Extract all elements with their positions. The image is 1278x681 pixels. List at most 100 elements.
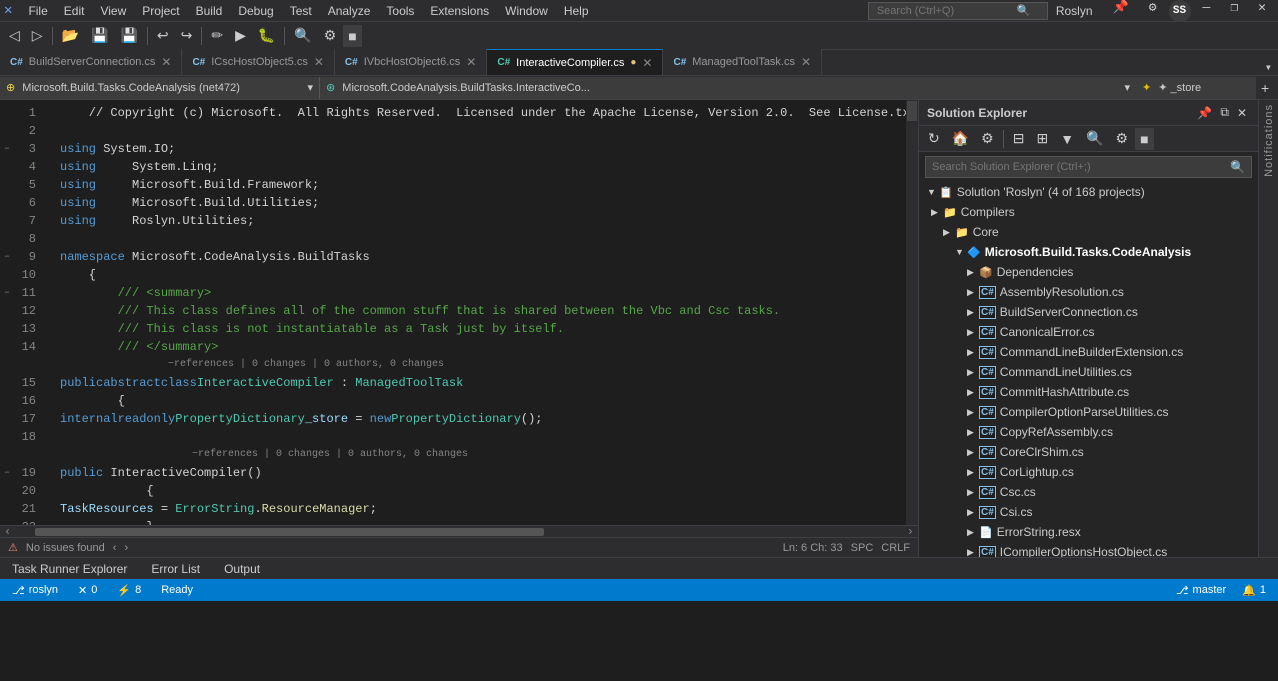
toolbar-redo[interactable]: ↪ (176, 25, 198, 47)
menu-test[interactable]: Test (282, 2, 320, 20)
tree-item[interactable]: ▶ 📁 Compilers (919, 202, 1258, 222)
nav-next[interactable]: › (124, 542, 128, 554)
se-filter-btn[interactable]: ▼ (1055, 128, 1079, 150)
se-pin-button[interactable]: 📌 (1194, 105, 1215, 120)
tab-icschostobject5[interactable]: C# ICscHostObject5.cs ✕ (182, 49, 334, 75)
tree-item[interactable]: ▶ C# CommitHashAttribute.cs (919, 382, 1258, 402)
toolbar-back[interactable]: ◁ (4, 25, 25, 47)
se-refresh-btn[interactable]: ↻ (923, 128, 945, 150)
toolbar-open-file[interactable]: 📂 (57, 25, 84, 47)
tab-buildserverconnection[interactable]: C# BuildServerConnection.cs ✕ (0, 49, 182, 75)
tree-arrow[interactable]: ▶ (967, 407, 979, 418)
menu-window[interactable]: Window (497, 2, 556, 20)
menu-extensions[interactable]: Extensions (422, 2, 497, 20)
tree-item[interactable]: ▶ C# CopyRefAssembly.cs (919, 422, 1258, 442)
tab-task-runner-explorer[interactable]: Task Runner Explorer (0, 558, 139, 580)
se-home-btn[interactable]: 🏠 (947, 128, 974, 150)
tree-arrow[interactable]: ▶ (967, 467, 979, 478)
hscroll-track[interactable] (35, 528, 883, 536)
tab-interactivecompiler[interactable]: C# InteractiveCompiler.cs ● ✕ (487, 49, 663, 75)
menu-tools[interactable]: Tools (378, 2, 422, 20)
se-search-input[interactable] (932, 161, 1230, 173)
nav-prev[interactable]: ‹ (113, 542, 117, 554)
tree-arrow[interactable]: ▶ (931, 207, 943, 218)
warning-item[interactable]: ⚡ 8 (113, 584, 145, 597)
tree-arrow[interactable]: ▶ (967, 427, 979, 438)
tab-managedtooltask[interactable]: C# ManagedToolTask.cs ✕ (663, 49, 822, 75)
context-type-dropdown[interactable]: ⊕ Microsoft.Build.Tasks.CodeAnalysis (ne… (0, 77, 320, 99)
toolbar-build[interactable]: ▶ (230, 25, 251, 47)
tree-item[interactable]: ▶ C# CoreClrShim.cs (919, 442, 1258, 462)
fold-button[interactable]: − (0, 284, 14, 302)
toolbar-save[interactable]: 💾 (86, 25, 113, 47)
se-properties-btn[interactable]: ⊞ (1031, 128, 1053, 150)
menu-debug[interactable]: Debug (230, 2, 281, 20)
toolbar-find[interactable]: 🔍 (289, 25, 316, 47)
tab-close[interactable]: ✕ (314, 55, 324, 69)
se-close-button[interactable]: ✕ (1234, 105, 1250, 120)
menu-edit[interactable]: Edit (56, 2, 93, 20)
tree-arrow-solution[interactable]: ▼ (927, 187, 939, 197)
tree-arrow[interactable]: ▼ (955, 247, 967, 257)
solution-explorer-search[interactable]: 🔍 (925, 156, 1252, 178)
notifications-panel[interactable]: Notifications (1258, 100, 1278, 557)
toolbar-forward[interactable]: ▷ (27, 25, 48, 47)
menu-build[interactable]: Build (188, 2, 231, 20)
tree-item[interactable]: ▶ C# CommandLineUtilities.cs (919, 362, 1258, 382)
tree-item[interactable]: ▶ C# Csc.cs (919, 482, 1258, 502)
tree-item[interactable]: ▶ 📦 Dependencies (919, 262, 1258, 282)
tab-ivbchostobject6[interactable]: C# IVbcHostObject6.cs ✕ (335, 49, 487, 75)
tree-arrow[interactable]: ▶ (967, 387, 979, 398)
pin-button[interactable]: 📌 (1105, 0, 1137, 22)
hscroll-thumb[interactable] (35, 528, 544, 536)
notification-bell[interactable]: 🔔 1 (1238, 584, 1270, 597)
git-branch-item[interactable]: ⎇ roslyn (8, 584, 62, 597)
menu-file[interactable]: File (20, 2, 55, 20)
add-tab-button[interactable]: + (1256, 77, 1278, 99)
global-search[interactable]: 🔍 (868, 2, 1048, 20)
tab-close[interactable]: ✕ (161, 55, 171, 69)
tab-output[interactable]: Output (212, 558, 272, 580)
toolbar-comment[interactable]: ✏ (206, 25, 228, 47)
tree-arrow[interactable]: ▶ (967, 327, 979, 338)
tree-arrow[interactable]: ▶ (943, 227, 955, 238)
tabs-overflow[interactable]: ▾ (1259, 60, 1278, 75)
tree-arrow[interactable]: ▶ (967, 367, 979, 378)
minimize-button[interactable]: — (1195, 0, 1219, 22)
tree-arrow[interactable]: ▶ (967, 487, 979, 498)
menu-view[interactable]: View (92, 2, 134, 20)
tree-item[interactable]: ▼ 🔷 Microsoft.Build.Tasks.CodeAnalysis (919, 242, 1258, 262)
tab-close-active[interactable]: ✕ (642, 56, 652, 70)
tree-item[interactable]: ▶ 📄 ErrorString.resx (919, 522, 1258, 542)
toolbar-save-all[interactable]: 💾 (115, 25, 142, 47)
tree-arrow[interactable]: ▶ (967, 507, 979, 518)
tree-item[interactable]: ▶ C# ICompilerOptionsHostObject.cs (919, 542, 1258, 557)
tree-arrow[interactable]: ▶ (967, 447, 979, 458)
user-avatar[interactable]: SS (1169, 0, 1191, 22)
toolbar-undo[interactable]: ↩ (152, 25, 174, 47)
search-input[interactable] (877, 5, 1017, 17)
toolbar-properties[interactable]: ⚙ (319, 25, 342, 47)
tree-item[interactable]: ▶ C# BuildServerConnection.cs (919, 302, 1258, 322)
vertical-scrollbar[interactable] (906, 100, 918, 525)
tree-arrow[interactable]: ▶ (967, 347, 979, 358)
toolbar-debug[interactable]: 🐛 (253, 25, 280, 47)
context-store-dropdown[interactable]: ✦ ✦ _store (1136, 77, 1256, 99)
menu-project[interactable]: Project (134, 2, 187, 20)
close-button[interactable]: ✕ (1250, 0, 1274, 22)
restore-button[interactable]: ❐ (1222, 0, 1246, 22)
tree-item[interactable]: ▶ C# AssemblyResolution.cs (919, 282, 1258, 302)
settings-button[interactable]: ⚙ (1141, 0, 1165, 22)
toolbar-active[interactable]: ■ (343, 25, 361, 47)
menu-analyze[interactable]: Analyze (320, 2, 379, 20)
code-editor[interactable]: 12−345678−910−1112131415161718−192021222… (0, 100, 918, 557)
scrollbar-thumb[interactable] (907, 101, 917, 121)
fold-button[interactable]: − (0, 464, 14, 482)
context-member-dropdown[interactable]: ⊛ Microsoft.CodeAnalysis.BuildTasks.Inte… (320, 77, 1136, 99)
fold-button[interactable]: − (0, 140, 14, 158)
tree-item[interactable]: ▶ C# Csi.cs (919, 502, 1258, 522)
tree-arrow[interactable]: ▶ (967, 547, 979, 558)
fold-button[interactable]: − (0, 248, 14, 266)
tree-solution[interactable]: ▼ 📋 Solution 'Roslyn' (4 of 168 projects… (919, 182, 1258, 202)
tab-error-list[interactable]: Error List (139, 558, 212, 580)
